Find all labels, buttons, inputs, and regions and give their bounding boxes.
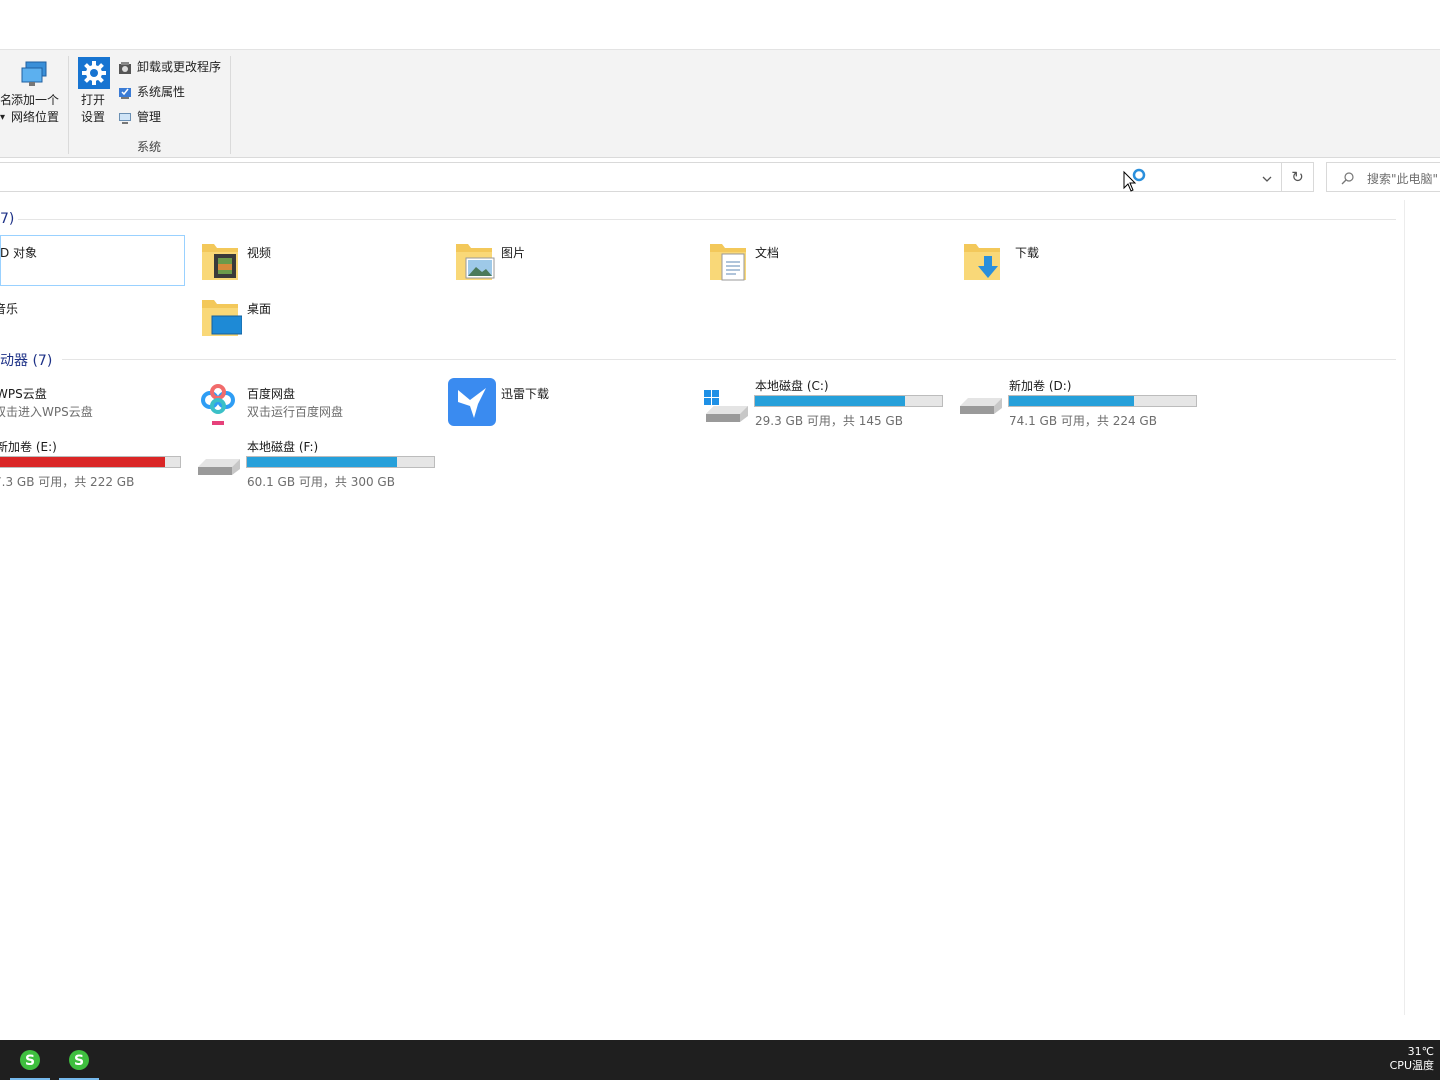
xunlei-icon: [448, 378, 496, 426]
windows-drive-icon: [704, 390, 748, 422]
drive-icon: [198, 459, 240, 475]
add-network-location-button[interactable]: 添加一个 网络位置: [10, 58, 66, 130]
manage-label: 管理: [137, 110, 162, 124]
vertical-scrollbar[interactable]: [1404, 200, 1405, 1015]
folders-section-header[interactable]: 7): [0, 211, 14, 227]
gear-icon: [78, 57, 110, 89]
drive-name: 本地磁盘 (F:): [247, 440, 319, 454]
videos-folder-icon: [202, 244, 238, 280]
folders-section-divider: [18, 219, 1396, 220]
folder-item-music[interactable]: 音乐: [0, 292, 184, 340]
drive-d-item[interactable]: 新加卷 (D:) 74.1 GB 可用，共 224 GB: [954, 374, 1204, 430]
folder-label: 下载: [1015, 246, 1040, 260]
uninstall-programs-button[interactable]: 卸载或更改程序: [117, 59, 227, 77]
drive-usage-fill: [1009, 396, 1135, 406]
search-placeholder: 搜索"此电脑": [1367, 172, 1439, 186]
wps-app-icon: S: [20, 1050, 40, 1070]
ribbon-partial-dropdown-icon[interactable]: ▾: [0, 109, 5, 126]
drive-c-item[interactable]: 本地磁盘 (C:) 29.3 GB 可用，共 145 GB: [700, 374, 950, 430]
manage-button[interactable]: 管理: [117, 109, 227, 127]
wps-app-icon: S: [69, 1050, 89, 1070]
folder-label: D 对象: [0, 246, 38, 260]
pictures-folder-icon: [456, 244, 495, 280]
documents-folder-icon: [710, 244, 746, 281]
refresh-button[interactable]: ↻: [1282, 162, 1314, 192]
drive-icon: [960, 398, 1002, 414]
title-bar: [0, 0, 1440, 50]
system-properties-button[interactable]: 系统属性: [117, 84, 227, 102]
drive-info: 29.3 GB 可用，共 145 GB: [755, 414, 903, 428]
baidu-netdisk-icon: [194, 378, 242, 426]
taskbar-wps-app-2[interactable]: S: [59, 1040, 99, 1080]
cpu-temperature[interactable]: 31℃ CPU温度: [1390, 1045, 1434, 1073]
baidu-netdisk-item[interactable]: 百度网盘 双击运行百度网盘: [192, 378, 436, 428]
uninstall-label: 卸载或更改程序: [137, 60, 222, 74]
drive-usage-bar: [246, 456, 435, 468]
folder-item-videos[interactable]: 视频: [196, 236, 436, 284]
device-name: 迅雷下载: [501, 387, 550, 401]
network-monitor-icon: [21, 61, 47, 86]
folder-item-documents[interactable]: 文档: [704, 236, 944, 284]
xunlei-item[interactable]: 迅雷下载: [446, 378, 690, 428]
computer-manage-icon: [119, 113, 131, 124]
drive-info: 7.3 GB 可用，共 222 GB: [0, 475, 135, 489]
drive-usage-bar: [754, 395, 943, 407]
drive-name: 本地磁盘 (C:): [755, 379, 829, 393]
folder-item-desktop[interactable]: 桌面: [196, 292, 436, 340]
cpu-temperature-label: CPU温度: [1389, 1059, 1434, 1072]
system-properties-icon: [119, 88, 131, 99]
drive-usage-fill: [0, 457, 166, 467]
drive-usage-fill: [247, 457, 397, 467]
device-desc: 双击进入WPS云盘: [0, 405, 93, 419]
open-settings-label-1: 打开: [81, 93, 106, 107]
add-network-location-label-1: 添加一个: [11, 93, 60, 107]
folder-label: 文档: [755, 246, 780, 260]
drive-f-item[interactable]: 本地磁盘 (F:) 60.1 GB 可用，共 300 GB: [192, 435, 442, 491]
drive-info: 74.1 GB 可用，共 224 GB: [1009, 414, 1157, 428]
taskbar-wps-app-1[interactable]: S: [10, 1040, 50, 1080]
device-name: WPS云盘: [0, 387, 47, 401]
taskbar: [0, 1040, 1440, 1080]
address-dropdown-button[interactable]: [1258, 170, 1276, 186]
drive-info: 60.1 GB 可用，共 300 GB: [247, 475, 395, 489]
ribbon-group-separator-2: [230, 56, 231, 154]
svg-text:S: S: [25, 1053, 35, 1069]
drive-usage-bar: [1008, 395, 1197, 407]
drive-name: 新加卷 (D:): [1009, 379, 1072, 393]
wps-cloud-item[interactable]: WPS云盘 双击进入WPS云盘: [0, 378, 184, 426]
chevron-down-icon: [1262, 176, 1272, 182]
downloads-folder-icon: [964, 244, 1000, 280]
device-desc: 双击运行百度网盘: [247, 405, 344, 419]
address-bar[interactable]: [0, 162, 1282, 192]
search-box[interactable]: 搜索"此电脑": [1326, 162, 1440, 192]
devices-section-header[interactable]: 动器 (7): [0, 350, 52, 370]
ribbon-group-system-label: 系统: [137, 140, 162, 154]
drive-usage-bar: [0, 456, 181, 468]
devices-section-divider: [62, 359, 1396, 360]
refresh-icon: ↻: [1291, 168, 1304, 186]
cpu-temperature-value: 31℃: [1407, 1045, 1434, 1058]
folder-item-downloads[interactable]: 下载: [958, 236, 1198, 284]
svg-text:S: S: [74, 1053, 84, 1069]
open-settings-label-2: 设置: [81, 110, 106, 124]
open-settings-button[interactable]: 打开 设置: [76, 56, 112, 128]
desktop-folder-icon: [202, 300, 242, 336]
ribbon-group-separator: [68, 56, 69, 154]
folder-item-3d-objects[interactable]: D 对象: [0, 236, 184, 284]
search-icon: [1341, 172, 1354, 185]
drive-usage-fill: [755, 396, 905, 406]
folder-label: 图片: [501, 246, 526, 260]
busy-cursor-icon: [1123, 168, 1146, 192]
device-name: 百度网盘: [247, 387, 296, 401]
folder-label: 桌面: [247, 302, 272, 316]
folder-label: 视频: [247, 246, 272, 260]
folder-label: 音乐: [0, 302, 19, 316]
add-network-location-label-2: 网络位置: [11, 110, 60, 124]
uninstall-icon: [119, 62, 131, 74]
system-properties-label: 系统属性: [137, 85, 186, 99]
drive-name: 新加卷 (E:): [0, 440, 57, 454]
folder-item-pictures[interactable]: 图片: [450, 236, 690, 284]
drive-e-item[interactable]: 新加卷 (E:) 7.3 GB 可用，共 222 GB: [0, 435, 184, 491]
